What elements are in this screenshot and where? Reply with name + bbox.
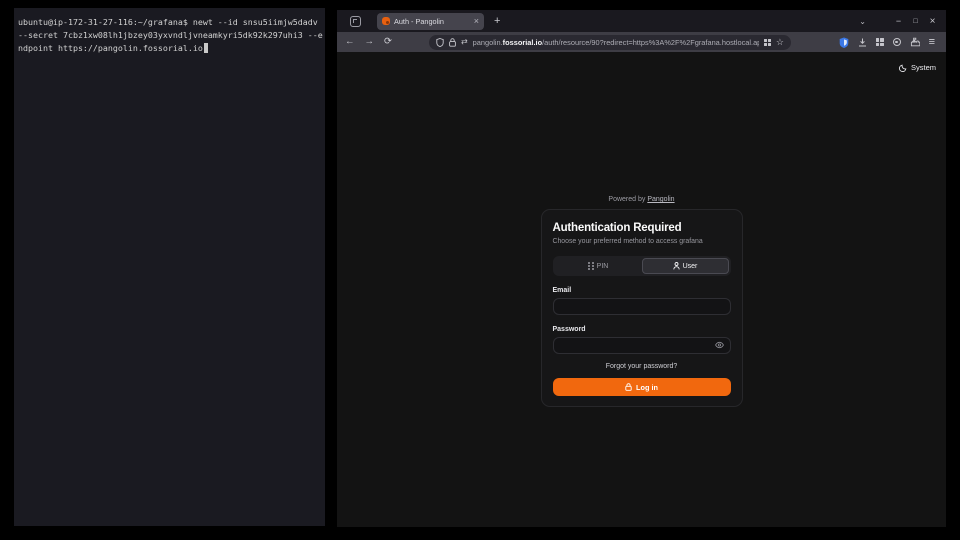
moon-icon [899,64,907,72]
tab-close-icon[interactable]: × [474,17,479,26]
toolbar-extensions: ≡ [839,37,938,48]
close-window-button[interactable]: × [924,16,941,27]
list-all-tabs-icon[interactable]: ⌄ [859,17,866,26]
back-icon[interactable]: ← [345,37,355,47]
new-tab-button[interactable]: + [494,16,500,27]
lock-icon[interactable] [449,38,456,47]
auth-method-tabs: PIN User [553,256,731,276]
terminal-window[interactable]: ubuntu@ip-172-31-27-116:~/grafana$ newt … [14,8,325,526]
user-icon [673,262,680,270]
download-icon[interactable] [858,38,867,47]
tracking-protection-shield-icon[interactable] [436,38,444,47]
pangolin-link[interactable]: Pangolin [647,196,674,203]
tab-user[interactable]: User [642,258,729,274]
minimize-button[interactable]: − [890,16,907,26]
terminal-line: ndpoint https://pangolin.fossorial.io [18,42,320,55]
maximize-button[interactable]: □ [907,18,924,25]
web-page: System Powered by Pangolin Authenticatio… [337,52,946,527]
lock-icon [625,383,632,391]
extension-grid-icon[interactable] [876,38,884,46]
url-host-prefix: pangolin. [473,38,503,47]
tab-user-label: User [683,263,698,270]
email-input[interactable] [553,298,731,315]
containers-icon[interactable] [764,39,771,46]
forward-icon[interactable]: → [365,37,375,47]
firefox-view-icon[interactable] [350,16,361,27]
menu-hamburger-icon[interactable]: ≡ [929,37,935,48]
browser-window: Auth - Pangolin × + ⌄ − □ × ← → ⟳ ⇄ pang… [337,10,946,527]
bitwarden-extension-icon[interactable] [839,37,849,48]
extensions-puzzle-icon[interactable] [910,37,920,47]
url-path: /auth/resource/90?redirect=https%3A%2F%2… [542,38,759,47]
login-button-label: Log in [636,383,658,392]
password-field-wrap [553,333,731,354]
theme-toggle-button[interactable]: System [899,63,936,72]
tab-title: Auth - Pangolin [394,17,470,26]
recorder-extension-icon[interactable] [893,38,901,46]
card-title: Authentication Required [553,222,731,234]
email-label: Email [553,287,731,294]
tab-pin-label: PIN [597,263,609,270]
bookmark-star-icon[interactable]: ☆ [776,38,784,47]
url-text[interactable]: pangolin.fossorial.io/auth/resource/90?r… [473,38,759,47]
auth-card: Authentication Required Choose your pref… [541,209,743,407]
terminal-cursor [204,43,209,53]
password-label: Password [553,326,731,333]
pangolin-favicon-icon [382,17,390,25]
url-host: fossorial.io [503,38,542,47]
terminal-line: --secret 7cbz1xw08lh1jbzey03yxvndljvneam… [18,29,320,42]
permissions-icon[interactable]: ⇄ [461,38,468,46]
reload-icon[interactable]: ⟳ [384,37,392,47]
tab-pin[interactable]: PIN [555,258,642,274]
tab-auth-pangolin[interactable]: Auth - Pangolin × [377,13,484,30]
password-input[interactable] [553,337,731,354]
terminal-line-text: ndpoint https://pangolin.fossorial.io [18,43,203,53]
auth-section: Powered by Pangolin Authentication Requi… [337,196,946,407]
forgot-password-link[interactable]: Forgot your password? [553,363,731,370]
pin-keypad-icon [588,262,594,270]
powered-by-text: Powered by [608,196,645,203]
url-bar[interactable]: ⇄ pangolin.fossorial.io/auth/resource/90… [429,35,791,50]
login-button[interactable]: Log in [553,378,731,396]
navigation-toolbar: ← → ⟳ ⇄ pangolin.fossorial.io/auth/resou… [337,32,946,52]
powered-by: Powered by Pangolin [608,196,674,203]
card-subtitle: Choose your preferred method to access g… [553,238,731,245]
show-password-eye-icon[interactable] [715,341,724,348]
tab-bar: Auth - Pangolin × + ⌄ − □ × [337,10,946,32]
theme-toggle-label: System [911,63,936,72]
terminal-line: ubuntu@ip-172-31-27-116:~/grafana$ newt … [18,16,320,29]
desktop: ubuntu@ip-172-31-27-116:~/grafana$ newt … [0,0,960,540]
window-controls: ⌄ − □ × [859,16,946,27]
